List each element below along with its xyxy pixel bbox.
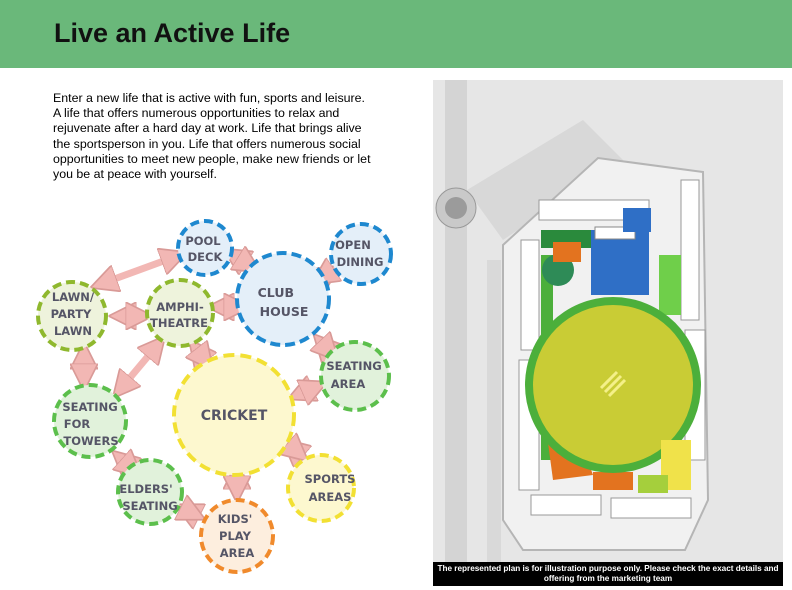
amphitheatre-label-2: THEATRE bbox=[150, 316, 208, 330]
seating-towers-label-1: SEATING bbox=[62, 400, 117, 414]
node-seating-area: SEATING AREA bbox=[319, 340, 391, 412]
svg-text:KIDS' PLAY AREA: KIDS' PLAY AREA bbox=[218, 512, 257, 560]
node-amphitheatre: AMPHI- THEATRE bbox=[145, 278, 215, 348]
seating-towers-label-3: TOWERS bbox=[63, 434, 118, 448]
green-zone-east bbox=[659, 255, 681, 315]
club-house-label-2: HOUSE bbox=[260, 304, 309, 319]
road-west-inner bbox=[487, 260, 501, 586]
seating-area-label-2: AREA bbox=[331, 377, 366, 391]
lawn-label-3: LAWN bbox=[54, 324, 92, 338]
svg-text:LAWN/ PARTY LAWN: LAWN/ PARTY LAWN bbox=[51, 290, 99, 338]
open-dining-label-1: OPEN bbox=[335, 238, 371, 252]
header-banner: Live an Active Life bbox=[0, 0, 792, 68]
node-open-dining: OPEN DINING bbox=[329, 222, 393, 286]
cricket-label: CRICKET bbox=[201, 408, 268, 424]
lawn-label-1: LAWN/ bbox=[52, 290, 95, 304]
node-elders-seating: ELDERS' SEATING bbox=[116, 458, 184, 526]
amenities-diagram: POOL DECK OPEN DINING CLUB HOUSE LAWN/ P… bbox=[36, 219, 393, 574]
node-cricket: CRICKET bbox=[172, 353, 296, 477]
svg-text:CRICKET: CRICKET bbox=[201, 408, 268, 424]
node-pool-deck: POOL DECK bbox=[176, 219, 234, 277]
sports-areas-label-2: AREAS bbox=[309, 490, 352, 504]
arrow-amphi-cricket bbox=[194, 346, 208, 364]
road-west bbox=[445, 80, 467, 586]
node-seating-towers: SEATING FOR TOWERS bbox=[52, 383, 128, 459]
orange-zone-south bbox=[593, 472, 633, 490]
arrow-amphi-towers bbox=[118, 342, 160, 392]
amphitheatre-label-1: AMPHI- bbox=[156, 300, 204, 314]
site-plan-image bbox=[433, 80, 783, 586]
open-dining-label-2: DINING bbox=[337, 255, 384, 269]
kids-play-label-1: KIDS' bbox=[218, 512, 253, 526]
node-kids-play-area: KIDS' PLAY AREA bbox=[199, 498, 275, 574]
seating-towers-label-2: FOR bbox=[64, 417, 91, 431]
kids-play-label-3: AREA bbox=[220, 546, 255, 560]
node-lawn: LAWN/ PARTY LAWN bbox=[36, 280, 108, 352]
arrow-cricket-seating bbox=[295, 385, 320, 396]
arrow-cricket-sports bbox=[288, 444, 302, 456]
club-house-building bbox=[591, 230, 649, 295]
disclaimer-caption: The represented plan is for illustration… bbox=[433, 562, 783, 586]
pool-deck-label-2: DECK bbox=[188, 250, 224, 264]
lawn-label-2: PARTY bbox=[51, 307, 92, 321]
elders-seating-label-1: ELDERS' bbox=[119, 482, 172, 496]
page-title: Live an Active Life bbox=[54, 18, 291, 48]
site-plan-drawing bbox=[433, 80, 783, 586]
pool-deck-label-1: POOL bbox=[185, 234, 221, 248]
orange-zone-north bbox=[553, 242, 581, 262]
sports-areas-label-1: SPORTS bbox=[305, 472, 356, 486]
node-sports-areas: SPORTS AREAS bbox=[286, 453, 356, 523]
kids-play-label-2: PLAY bbox=[219, 529, 252, 543]
club-house-label-1: CLUB bbox=[258, 285, 294, 300]
elders-seating-label-2: SEATING bbox=[122, 499, 177, 513]
intro-paragraph: Enter a new life that is active with fun… bbox=[53, 91, 371, 182]
seating-area-label-1: SEATING bbox=[326, 359, 381, 373]
arrow-elders-kids bbox=[182, 508, 198, 516]
node-club-house: CLUB HOUSE bbox=[235, 251, 331, 347]
